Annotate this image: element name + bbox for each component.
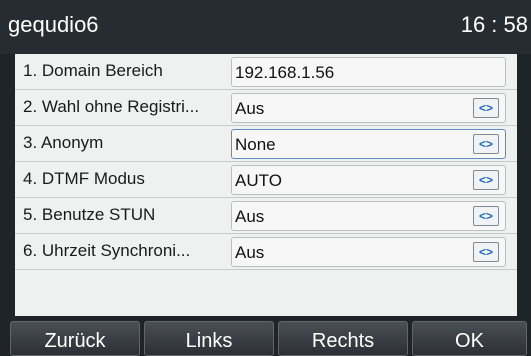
settings-list: 1. Domain Bereich 192.168.1.56 2. Wahl o…: [15, 54, 517, 316]
setting-value: Aus: [235, 99, 265, 118]
setting-label: 6. Uhrzeit Synchroni...: [23, 241, 191, 260]
dtmf-modus-select[interactable]: AUTO <>: [231, 165, 506, 195]
dropdown-arrows-icon[interactable]: <>: [473, 134, 499, 154]
setting-value: Aus: [235, 243, 265, 262]
benutze-stun-select[interactable]: Aus <>: [231, 201, 506, 231]
domain-bereich-input[interactable]: 192.168.1.56: [231, 57, 506, 87]
setting-value: Aus: [235, 207, 265, 226]
setting-row-wahl-ohne-registrierung[interactable]: 2. Wahl ohne Registri... Aus <>: [15, 90, 517, 126]
setting-row-dtmf-modus[interactable]: 4. DTMF Modus AUTO <>: [15, 162, 517, 198]
anonym-select[interactable]: None <>: [231, 129, 506, 159]
setting-label: 2. Wahl ohne Registri...: [23, 97, 200, 116]
softkey-bar: Zurück Links Rechts OK: [0, 321, 531, 356]
setting-row-anonym[interactable]: 3. Anonym None <>: [15, 126, 517, 162]
account-name: gequdio6: [8, 12, 99, 37]
setting-row-uhrzeit-synchronisation[interactable]: 6. Uhrzeit Synchroni... Aus <>: [15, 234, 517, 270]
uhrzeit-synchronisation-select[interactable]: Aus <>: [231, 237, 506, 267]
left-button[interactable]: Links: [144, 321, 274, 356]
setting-label: 1. Domain Bereich: [23, 61, 163, 80]
dropdown-arrows-icon[interactable]: <>: [473, 206, 499, 226]
setting-value: 192.168.1.56: [235, 63, 335, 82]
dropdown-arrows-icon[interactable]: <>: [473, 242, 499, 262]
clock: 16 : 58: [460, 12, 528, 37]
setting-label: 5. Benutze STUN: [23, 205, 156, 224]
dropdown-arrows-icon[interactable]: <>: [473, 170, 499, 190]
setting-row-domain-bereich[interactable]: 1. Domain Bereich 192.168.1.56: [15, 54, 517, 90]
setting-value: None: [235, 135, 276, 154]
status-bar: gequdio6 16 : 58: [0, 0, 531, 54]
setting-label: 3. Anonym: [23, 133, 104, 152]
back-button[interactable]: Zurück: [10, 321, 140, 356]
setting-label: 4. DTMF Modus: [23, 169, 145, 188]
phone-screen: gequdio6 16 : 58 1. Domain Bereich 192.1…: [0, 0, 531, 356]
setting-row-benutze-stun[interactable]: 5. Benutze STUN Aus <>: [15, 198, 517, 234]
wahl-ohne-registrierung-select[interactable]: Aus <>: [231, 93, 506, 123]
right-button[interactable]: Rechts: [278, 321, 408, 356]
ok-button[interactable]: OK: [412, 321, 527, 356]
dropdown-arrows-icon[interactable]: <>: [473, 98, 499, 118]
setting-value: AUTO: [235, 171, 282, 190]
